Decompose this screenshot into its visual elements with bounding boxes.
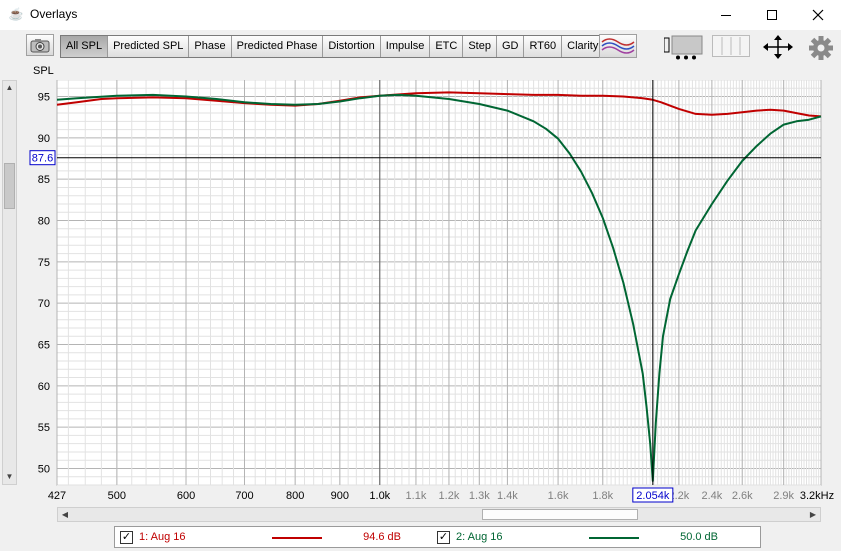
x-tick-label: 1.4k xyxy=(497,490,518,502)
x-tick-label: 600 xyxy=(177,490,195,502)
tab-predicted-spl[interactable]: Predicted SPL xyxy=(108,36,190,57)
move-arrows-icon xyxy=(763,35,793,59)
y-tick-label: 75 xyxy=(38,257,50,269)
settings-button[interactable] xyxy=(808,35,834,61)
y-tick-label: 95 xyxy=(38,92,50,104)
tab-distortion[interactable]: Distortion xyxy=(323,36,381,57)
y-tick-label: 80 xyxy=(38,216,50,228)
scale-graph-icon[interactable] xyxy=(663,34,704,60)
x-tick-label: 800 xyxy=(286,490,304,502)
y-tick-label: 60 xyxy=(38,381,50,393)
y-tick-label: 90 xyxy=(38,133,50,145)
minimize-button[interactable] xyxy=(703,0,749,30)
close-button[interactable] xyxy=(795,0,841,30)
column-layout-button[interactable] xyxy=(712,35,750,57)
trace-2-swatch xyxy=(589,537,639,539)
x-tick-label: 2.4k xyxy=(701,490,722,502)
java-cup-icon: ☕ xyxy=(8,7,24,21)
cursor-x-label: 2.054k xyxy=(636,490,670,502)
y-tick-label: 85 xyxy=(38,174,50,186)
window-title: Overlays xyxy=(30,7,78,21)
x-tick-label: 1.1k xyxy=(406,490,427,502)
y-tick-label: 70 xyxy=(38,298,50,310)
trace-arithmetic-button[interactable] xyxy=(599,34,637,58)
trace-1-swatch xyxy=(272,537,322,539)
x-tick-label: 2.6k xyxy=(732,490,753,502)
y-tick-label: 50 xyxy=(38,463,50,475)
spl-chart[interactable]: 95 90 85 80 75 70 65 60 55 50 427 500 600 700 800 900 1.… xyxy=(0,80,841,505)
x-tick-label: 1.0k xyxy=(369,490,390,502)
trace-1-checkbox[interactable]: ✓ xyxy=(120,531,133,544)
trace-legend: ✓ 1: Aug 16 94.6 dB ✓ 2: Aug 16 50.0 dB xyxy=(114,526,761,548)
tab-phase[interactable]: Phase xyxy=(189,36,232,57)
horizontal-scrollbar[interactable]: ◀ ▶ xyxy=(57,507,821,522)
x-tick-label: 427 xyxy=(48,490,66,502)
plot-area xyxy=(56,80,822,486)
y-tick-label: 55 xyxy=(38,422,50,434)
trace-2-checkbox[interactable]: ✓ xyxy=(437,531,450,544)
gear-icon xyxy=(809,36,833,60)
scroll-right-arrow-icon[interactable]: ▶ xyxy=(806,508,820,521)
cursor-y-label: 87.6 xyxy=(32,153,53,165)
x-tick-label: 900 xyxy=(331,490,349,502)
scroll-left-arrow-icon[interactable]: ◀ xyxy=(58,508,72,521)
x-tick-label: 500 xyxy=(108,490,126,502)
trace-1-name: 1: Aug 16 xyxy=(139,531,186,543)
tab-clarity[interactable]: Clarity xyxy=(562,36,603,57)
y-tick-label: 65 xyxy=(38,339,50,351)
x-tick-label: 1.6k xyxy=(548,490,569,502)
trace-1-value: 94.6 dB xyxy=(363,531,401,543)
graph-tabs: All SPL Predicted SPL Phase Predicted Ph… xyxy=(60,35,605,58)
trace-2-name: 2: Aug 16 xyxy=(456,531,503,543)
tab-all-spl[interactable]: All SPL xyxy=(61,36,109,57)
scale-controls xyxy=(663,34,704,60)
x-tick-label: 1.3k xyxy=(469,490,490,502)
maximize-button[interactable] xyxy=(749,0,795,30)
capture-button[interactable] xyxy=(26,34,54,56)
tab-step[interactable]: Step xyxy=(463,36,497,57)
tab-gd[interactable]: GD xyxy=(497,36,525,57)
toolbar: All SPL Predicted SPL Phase Predicted Ph… xyxy=(0,30,841,64)
waveforms-icon xyxy=(601,38,635,54)
pan-zoom-button[interactable] xyxy=(760,34,796,60)
x-tick-label: 1.8k xyxy=(592,490,613,502)
camera-icon xyxy=(30,39,50,53)
x-tick-label: 1.2k xyxy=(439,490,460,502)
maximize-icon xyxy=(767,10,777,20)
title-bar: ☕ Overlays xyxy=(0,0,841,30)
horizontal-scroll-thumb[interactable] xyxy=(482,509,638,520)
x-tick-label: 3.2kHz xyxy=(800,490,834,502)
x-tick-label: 700 xyxy=(235,490,253,502)
close-icon xyxy=(812,9,824,21)
columns-icon xyxy=(721,37,741,55)
tab-impulse[interactable]: Impulse xyxy=(381,36,431,57)
tab-rt60[interactable]: RT60 xyxy=(524,36,563,57)
minimize-icon xyxy=(721,15,731,16)
y-axis-label: SPL xyxy=(33,65,54,77)
x-tick-label: 2.9k xyxy=(773,490,794,502)
trace-2-value: 50.0 dB xyxy=(680,531,718,543)
tab-predicted-phase[interactable]: Predicted Phase xyxy=(232,36,324,57)
tab-etc[interactable]: ETC xyxy=(430,36,464,57)
